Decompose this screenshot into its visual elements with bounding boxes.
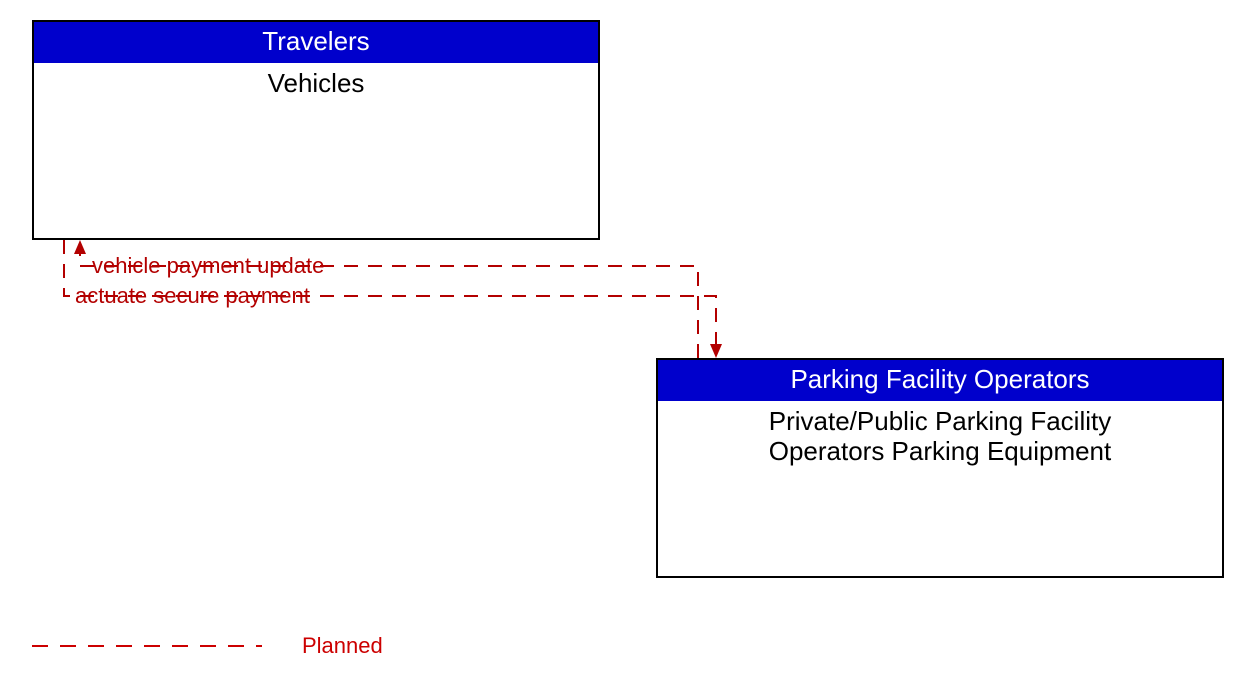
entity-box-parking: Parking Facility Operators Private/Publi… (656, 358, 1224, 578)
arrowhead-to-parking (710, 344, 722, 358)
entity-header-travelers: Travelers (34, 22, 598, 63)
entity-header-parking: Parking Facility Operators (658, 360, 1222, 401)
entity-box-travelers: Travelers Vehicles (32, 20, 600, 240)
arrowhead-to-travelers (74, 240, 86, 254)
entity-body-parking: Private/Public Parking Facility Operator… (658, 401, 1222, 467)
flow-label-actuate-secure-payment: actuate secure payment (75, 283, 310, 309)
entity-body-parking-line2: Operators Parking Equipment (658, 437, 1222, 467)
entity-body-parking-line1: Private/Public Parking Facility (658, 407, 1222, 437)
legend-label-planned: Planned (302, 633, 383, 659)
flow-label-vehicle-payment-update: vehicle payment update (92, 253, 324, 279)
entity-body-travelers: Vehicles (34, 63, 598, 99)
